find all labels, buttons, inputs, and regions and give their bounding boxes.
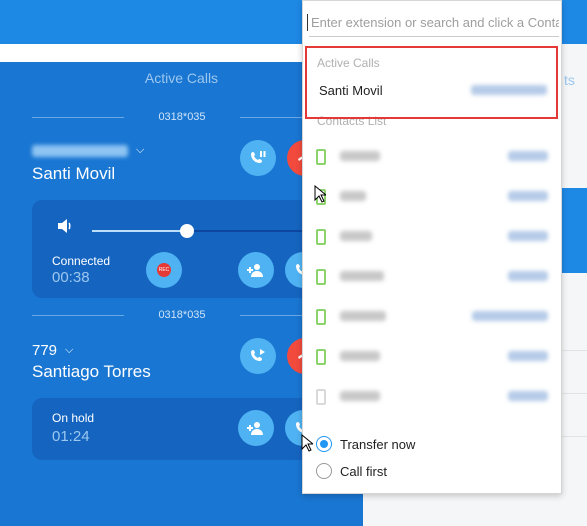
presence-icon — [316, 389, 326, 405]
contact-list-item[interactable] — [302, 297, 562, 337]
mouse-pointer-icon — [314, 185, 326, 203]
chevron-down-icon: ⌵ — [136, 144, 145, 156]
add-participant-button[interactable] — [238, 252, 274, 288]
contact-name-redacted — [340, 391, 380, 401]
caller-number-dropdown[interactable]: 779 ⌵ — [32, 342, 73, 359]
add-participant-icon — [247, 422, 263, 435]
contact-list-item[interactable] — [302, 257, 562, 297]
highlight-box — [305, 46, 558, 119]
contact-extension-redacted — [508, 271, 548, 281]
call-timer: 01:24 — [52, 428, 90, 445]
call-first-option[interactable]: Call first — [316, 463, 387, 479]
presence-icon — [316, 229, 326, 245]
contact-search-input[interactable] — [309, 9, 559, 37]
text-caret — [307, 14, 308, 31]
presence-icon — [316, 309, 326, 325]
call-status: On hold — [52, 411, 95, 425]
right-pane-title-fragment: ts — [564, 72, 575, 88]
line-divider: 0318*035 — [32, 110, 332, 124]
record-button[interactable]: REC — [146, 252, 182, 288]
contact-list-item[interactable] — [302, 177, 562, 217]
hold-button[interactable] — [240, 140, 276, 176]
contact-extension-redacted — [508, 191, 548, 201]
presence-icon — [316, 349, 326, 365]
caller-name: Santi Movil — [32, 164, 116, 183]
contact-name-redacted — [340, 271, 384, 281]
contact-name-redacted — [340, 231, 372, 241]
contact-list-item[interactable] — [302, 377, 562, 417]
line-id: 0318*035 — [158, 111, 206, 123]
contact-extension-redacted — [472, 311, 548, 321]
contact-list-item[interactable] — [302, 217, 562, 257]
contact-name-redacted — [340, 351, 380, 361]
line-divider: 0318*035 — [32, 308, 332, 322]
contact-extension-redacted — [508, 151, 548, 161]
call-first-label: Call first — [340, 463, 387, 479]
resume-button[interactable] — [240, 338, 276, 374]
radio-button[interactable] — [316, 436, 332, 452]
contact-extension-redacted — [508, 391, 548, 401]
line-id: 0318*035 — [158, 309, 206, 321]
caller-name: Santiago Torres — [32, 362, 151, 381]
pause-icon — [251, 151, 266, 163]
chevron-down-icon: ⌵ — [65, 344, 74, 356]
contact-name-redacted — [340, 311, 386, 321]
contact-list-item[interactable] — [302, 137, 562, 177]
resume-call-icon — [251, 349, 265, 361]
contact-extension-redacted — [508, 231, 548, 241]
mouse-pointer-icon — [301, 434, 313, 452]
contact-name-redacted — [340, 151, 380, 161]
transfer-now-option[interactable]: Transfer now — [316, 436, 415, 452]
call-timer: 00:38 — [52, 269, 90, 286]
redacted-number — [32, 144, 128, 157]
caller-number: 779 — [32, 342, 58, 359]
presence-icon — [316, 149, 326, 165]
contact-extension-redacted — [508, 351, 548, 361]
add-participant-button[interactable] — [238, 410, 274, 446]
volume-slider-fill — [92, 230, 187, 232]
volume-slider-knob[interactable] — [180, 224, 194, 238]
call-status: Connected — [52, 254, 111, 268]
transfer-now-label: Transfer now — [340, 436, 416, 452]
speaker-icon[interactable] — [56, 218, 74, 238]
caller-number-dropdown[interactable]: ⌵ — [32, 144, 144, 157]
contact-name-redacted — [340, 191, 366, 201]
add-participant-icon — [247, 264, 263, 277]
radio-button[interactable] — [316, 463, 332, 479]
presence-icon — [316, 269, 326, 285]
contact-list-item[interactable] — [302, 337, 562, 377]
record-icon: REC — [157, 263, 171, 277]
